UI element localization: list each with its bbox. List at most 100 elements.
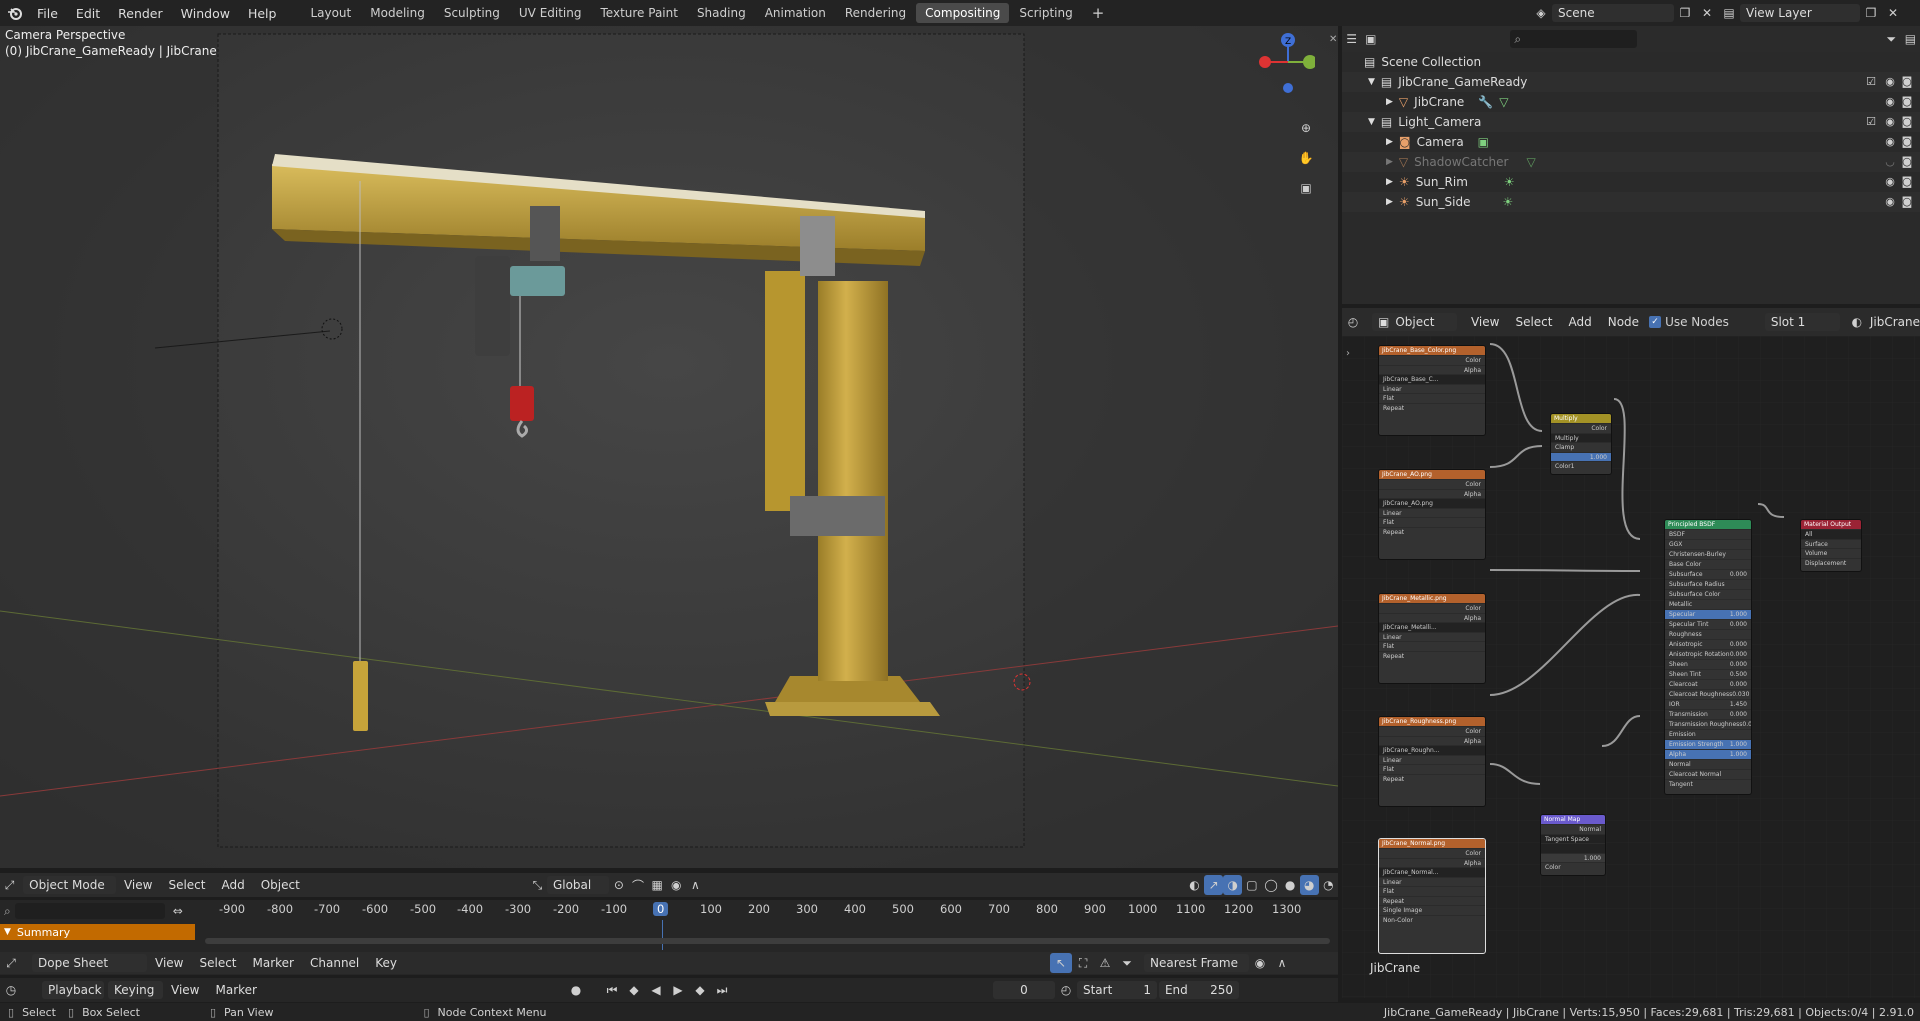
menu-view[interactable]: View [116,878,160,892]
play-icon[interactable]: ▶ [667,980,689,1000]
render-camera-icon[interactable]: ◙ [1900,76,1914,88]
menu-view[interactable]: View [1463,315,1507,329]
editor-type-icon[interactable]: ⤢ [0,953,22,973]
image-file[interactable]: JibCrane_AO.png [1379,498,1485,508]
image-texture-node-selected[interactable]: JibCrane_Normal.png Color Alpha JibCrane… [1378,838,1486,954]
tab-shading[interactable]: Shading [688,3,755,23]
timeline-scrollbar[interactable] [205,938,1330,944]
extension[interactable]: Repeat [1379,650,1485,661]
overlay-toggle-icon[interactable]: ◑ [1223,875,1243,895]
gizmo-toggle-icon[interactable]: ↗ [1204,875,1224,895]
multiply-node[interactable]: Multiply Color Multiply Clamp 1.000 Colo… [1550,413,1612,475]
bsdf-row[interactable]: Sheen 0.000 [1665,659,1751,669]
play-reverse-icon[interactable]: ◀ [645,980,667,1000]
bsdf-row[interactable]: Transmission Roughness0.000 [1665,719,1751,729]
start-frame-field[interactable]: Start 1 [1076,981,1157,999]
interpolation[interactable]: Linear [1379,507,1485,518]
image-file[interactable]: JibCrane_Metalli... [1379,622,1485,632]
render-camera-icon[interactable]: ◙ [1900,116,1914,128]
sidebar-toggle-icon[interactable]: › [1346,348,1350,359]
interpolation[interactable]: Linear [1379,631,1485,642]
scene-field[interactable]: Scene [1552,4,1674,22]
material-icon[interactable]: ◐ [1846,312,1868,332]
eye-icon[interactable]: ◉ [1883,196,1897,208]
projection[interactable]: Flat [1379,641,1485,651]
menu-channel[interactable]: Channel [302,956,367,970]
next-keyframe-icon[interactable]: ◆ [689,980,711,1000]
outliner-row-jibcrane-gameready[interactable]: ▼ ▤ JibCrane_GameReady ☑ ◉ ◙ [1342,72,1920,92]
pan-hand-icon[interactable]: ✋ [1295,148,1317,168]
snap-select[interactable]: Nearest Frame [1144,954,1250,972]
bsdf-row[interactable]: IOR 1.450 [1665,699,1751,709]
image-file[interactable]: JibCrane_Roughn... [1379,745,1485,755]
uv-map-field[interactable] [1541,843,1605,853]
interpolation[interactable]: Linear [1379,754,1485,765]
menu-add[interactable]: Add [1561,315,1600,329]
swap-icon[interactable]: ⇔ [173,904,183,918]
clock-icon[interactable]: ◷ [0,980,22,1000]
menu-help[interactable]: Help [239,0,286,26]
outliner-row-jibcrane[interactable]: ▶ ▽ JibCrane 🔧 ▽ ◉ ◙ [1342,92,1920,112]
expand-icon[interactable]: ▼ [1368,117,1375,127]
tab-layout[interactable]: Layout [301,3,360,23]
tab-scripting[interactable]: Scripting [1010,3,1081,23]
bsdf-row[interactable]: Anisotropic Rotation 0.000 [1665,649,1751,659]
current-frame-field[interactable]: 0 [992,981,1055,999]
outliner-editor-icon[interactable]: ☰ [1342,29,1361,49]
timeline-search-input[interactable] [14,903,165,919]
outliner-search-input[interactable]: ⌕ [1510,30,1637,48]
current-frame-indicator[interactable]: 0 [653,902,669,916]
shader-node-editor[interactable]: ◴ ▣ Object View Select Add Node ✓ Use Nod… [1342,308,1920,998]
outliner[interactable]: ☰ ▣ ⌕ ⏷ ▤ ▤ Scene Collection ▼ ▤ JibCrane_… [1342,26,1920,304]
tab-uv-editing[interactable]: UV Editing [510,3,591,23]
expand-icon[interactable]: ▶ [1386,97,1393,107]
menu-key[interactable]: Key [367,956,405,970]
view-layer-field[interactable]: View Layer [1740,4,1860,22]
menu-select[interactable]: Select [191,956,244,970]
image-texture-node[interactable]: JibCrane_AO.png Color Alpha JibCrane_AO.… [1378,469,1486,560]
falloff-icon[interactable]: ∧ [686,875,705,895]
image-texture-node[interactable]: JibCrane_Base_Color.png Color Alpha JibC… [1378,345,1486,436]
tab-texture-paint[interactable]: Texture Paint [592,3,687,23]
frame-ruler[interactable]: -900 -800 -700 -600 -500 -400 -300 -200 … [200,902,1330,920]
new-view-layer-icon[interactable]: ❐ [1860,3,1882,23]
principled-bsdf-node[interactable]: Principled BSDF BSDF GGX Christensen-Burle… [1664,519,1752,795]
add-workspace-button[interactable]: + [1083,3,1114,23]
bsdf-row[interactable]: Specular Tint 0.000 [1665,619,1751,629]
outliner-row-sun-rim[interactable]: ▶ ☀ Sun_Rim ☀ ◉ ◙ [1342,172,1920,192]
tab-animation[interactable]: Animation [756,3,835,23]
bsdf-row[interactable]: Emission Strength 1.000 [1665,739,1751,749]
projection[interactable]: Flat [1379,393,1485,403]
end-frame-field[interactable]: End 250 [1158,981,1239,999]
menu-render[interactable]: Render [109,0,172,26]
mode-select[interactable]: Object Mode [23,876,116,894]
keying-menu[interactable]: Keying [108,981,163,999]
orientation-select[interactable]: Global [546,876,610,894]
object-type-select[interactable]: ▣ Object [1372,313,1457,331]
filter-icon[interactable]: ⏷ [1116,953,1138,973]
wireframe-shading-icon[interactable]: ◯ [1261,875,1280,895]
interpolation[interactable]: Linear [1379,876,1485,887]
menu-edit[interactable]: Edit [67,0,109,26]
bsdf-row[interactable]: Sheen Tint 0.500 [1665,669,1751,679]
render-camera-icon[interactable]: ◙ [1900,96,1914,108]
new-scene-icon[interactable]: ❐ [1674,3,1696,23]
errors-icon[interactable]: ⚠ [1094,953,1116,973]
outliner-row-scene-collection[interactable]: ▤ Scene Collection [1342,52,1920,72]
tab-rendering[interactable]: Rendering [836,3,915,23]
snap-icon[interactable]: ⌒ [628,875,647,895]
playback-menu[interactable]: Playback [42,981,104,999]
new-collection-icon[interactable]: ▤ [1901,29,1920,49]
falloff-icon[interactable]: ∧ [1271,953,1293,973]
source[interactable]: Single Image [1379,905,1485,915]
bsdf-row[interactable]: Alpha 1.000 [1665,749,1751,759]
expand-icon[interactable]: ▶ [1386,197,1393,207]
extension[interactable]: Repeat [1379,402,1485,413]
dopesheet-mode-select[interactable]: Dope Sheet [32,954,147,972]
target-select[interactable]: All [1801,529,1861,539]
only-selected-icon[interactable]: ↖ [1050,953,1073,973]
expand-icon[interactable]: ▼ [1368,77,1375,87]
orientation-icon[interactable]: ⤡ [528,875,547,895]
checkbox-icon[interactable]: ✓ [1649,316,1662,328]
remove-scene-icon[interactable]: ✕ [1696,3,1718,23]
